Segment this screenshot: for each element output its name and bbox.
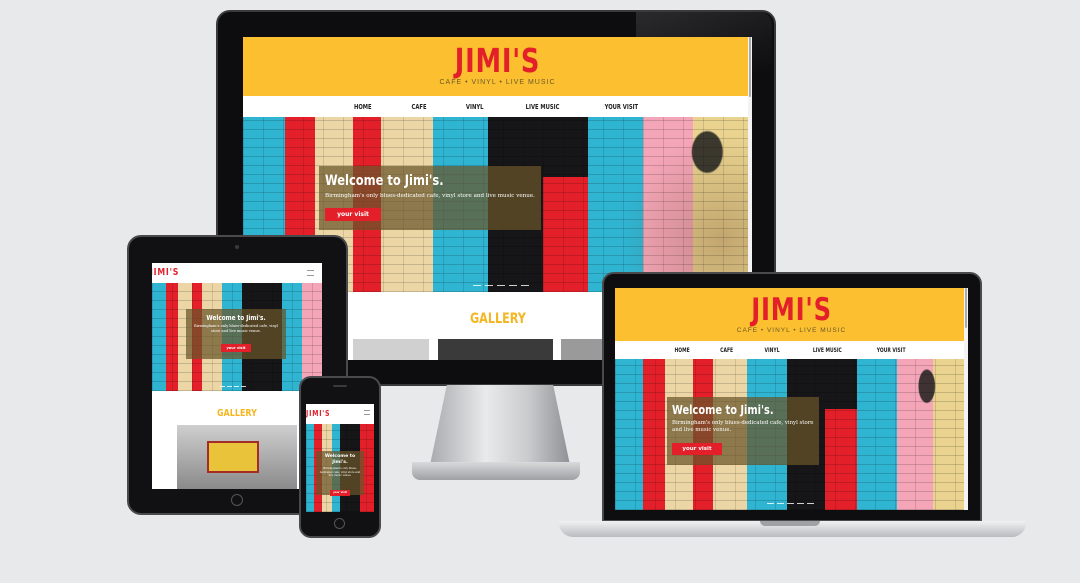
site-logo[interactable]: JIMI'S (299, 43, 696, 79)
nav-vinyl[interactable]: VINYL (764, 347, 779, 354)
hamburger-icon[interactable] (307, 270, 314, 276)
phone-speaker (333, 385, 347, 387)
phone-header: JIMI'S (306, 404, 374, 424)
laptop-hero-title: Welcome to Jimi's. (672, 403, 774, 417)
hero-overlay: Welcome to Jimi's. Birmingham's only blu… (319, 166, 541, 230)
phone-logo[interactable]: JIMI'S (306, 409, 330, 418)
nav-live-music[interactable]: LIVE MUSIC (526, 103, 560, 111)
phone-your-visit-button[interactable]: your visit (330, 489, 350, 496)
carousel-indicators[interactable] (767, 503, 814, 504)
phone-hero-overlay: Welcome to Jimi's. Birmingham's only blu… (316, 451, 364, 496)
phone-screen: JIMI'S Welcome to Jimi's. Birmingham's o… (306, 404, 374, 512)
carousel-indicators[interactable] (473, 285, 529, 286)
laptop-logo[interactable]: JIMI'S (654, 293, 929, 327)
hamburger-icon[interactable] (364, 410, 370, 415)
monitor-stand-base (412, 462, 580, 480)
laptop-hero: Welcome to Jimi's. Birmingham's only blu… (615, 359, 968, 510)
nav-your-visit[interactable]: YOUR VISIT (605, 103, 639, 111)
nav-live-music[interactable]: LIVE MUSIC (813, 347, 842, 354)
hero-title: Welcome to Jimi's. (325, 173, 444, 189)
phone-home-button[interactable] (334, 518, 345, 529)
tablet-hero-overlay: Welcome to Jimi's. Birmingham's only blu… (186, 309, 286, 359)
laptop-hero-subtitle: Birmingham's only blues-dedicated cafe, … (672, 420, 814, 434)
scrollbar[interactable] (964, 288, 968, 510)
laptop-screen: JIMI'S CAFE • VINYL • LIVE MUSIC HOME CA… (615, 288, 968, 510)
nav-vinyl[interactable]: VINYL (466, 103, 484, 111)
tablet-screen: JIMI'S Welcome to Jimi's. Birmingham's o… (152, 263, 322, 489)
tablet-logo[interactable]: JIMI'S (152, 267, 179, 278)
tablet-camera (235, 245, 239, 249)
main-nav: HOME CAFE VINYL LIVE MUSIC YOUR VISIT (243, 96, 752, 117)
monitor-stand (430, 385, 570, 465)
tablet-gallery: GALLERY (152, 391, 322, 489)
nav-your-visit[interactable]: YOUR VISIT (877, 347, 906, 354)
tablet-hero: Welcome to Jimi's. Birmingham's only blu… (152, 283, 322, 391)
tablet-home-button[interactable] (231, 494, 243, 506)
nav-cafe[interactable]: CAFE (411, 103, 426, 111)
laptop-header: JIMI'S CAFE • VINYL • LIVE MUSIC (615, 288, 968, 341)
laptop-notch (760, 521, 820, 526)
tablet-hero-title: Welcome to Jimi's. (206, 314, 266, 322)
laptop-your-visit-button[interactable]: your visit (672, 442, 722, 455)
phone-hero-title: Welcome to Jimi's. (324, 454, 356, 466)
gallery-photo[interactable] (177, 425, 297, 489)
tablet-hero-subtitle: Birmingham's only blues-dedicated cafe, … (194, 324, 278, 333)
gallery-thumb[interactable] (353, 339, 429, 360)
carousel-indicators[interactable] (220, 386, 246, 387)
nav-home[interactable]: HOME (354, 103, 372, 111)
phone-hero: Welcome to Jimi's. Birmingham's only blu… (306, 424, 374, 512)
site-tagline: CAFE • VINYL • LIVE MUSIC (439, 79, 556, 86)
gallery-thumb[interactable] (438, 339, 553, 360)
laptop-hero-overlay: Welcome to Jimi's. Birmingham's only blu… (667, 397, 819, 465)
tablet-gallery-title: GALLERY (217, 408, 257, 419)
phone-hero-subtitle: Birmingham's only blues-dedicated cafe, … (319, 467, 361, 478)
laptop-nav: HOME CAFE VINYL LIVE MUSIC YOUR VISIT (615, 341, 968, 359)
site-header: JIMI'S CAFE • VINYL • LIVE MUSIC (243, 37, 752, 96)
nav-home[interactable]: HOME (675, 347, 690, 354)
tablet-your-visit-button[interactable]: your visit (221, 343, 251, 352)
nav-cafe[interactable]: CAFE (721, 347, 734, 354)
your-visit-button[interactable]: your visit (325, 207, 381, 221)
gallery-title: GALLERY (469, 311, 526, 327)
hero-subtitle: Birmingham's only blues-dedicated cafe, … (325, 193, 535, 199)
shop-sign (207, 441, 259, 473)
tablet-header: JIMI'S (152, 263, 322, 283)
laptop-tagline: CAFE • VINYL • LIVE MUSIC (736, 327, 847, 334)
